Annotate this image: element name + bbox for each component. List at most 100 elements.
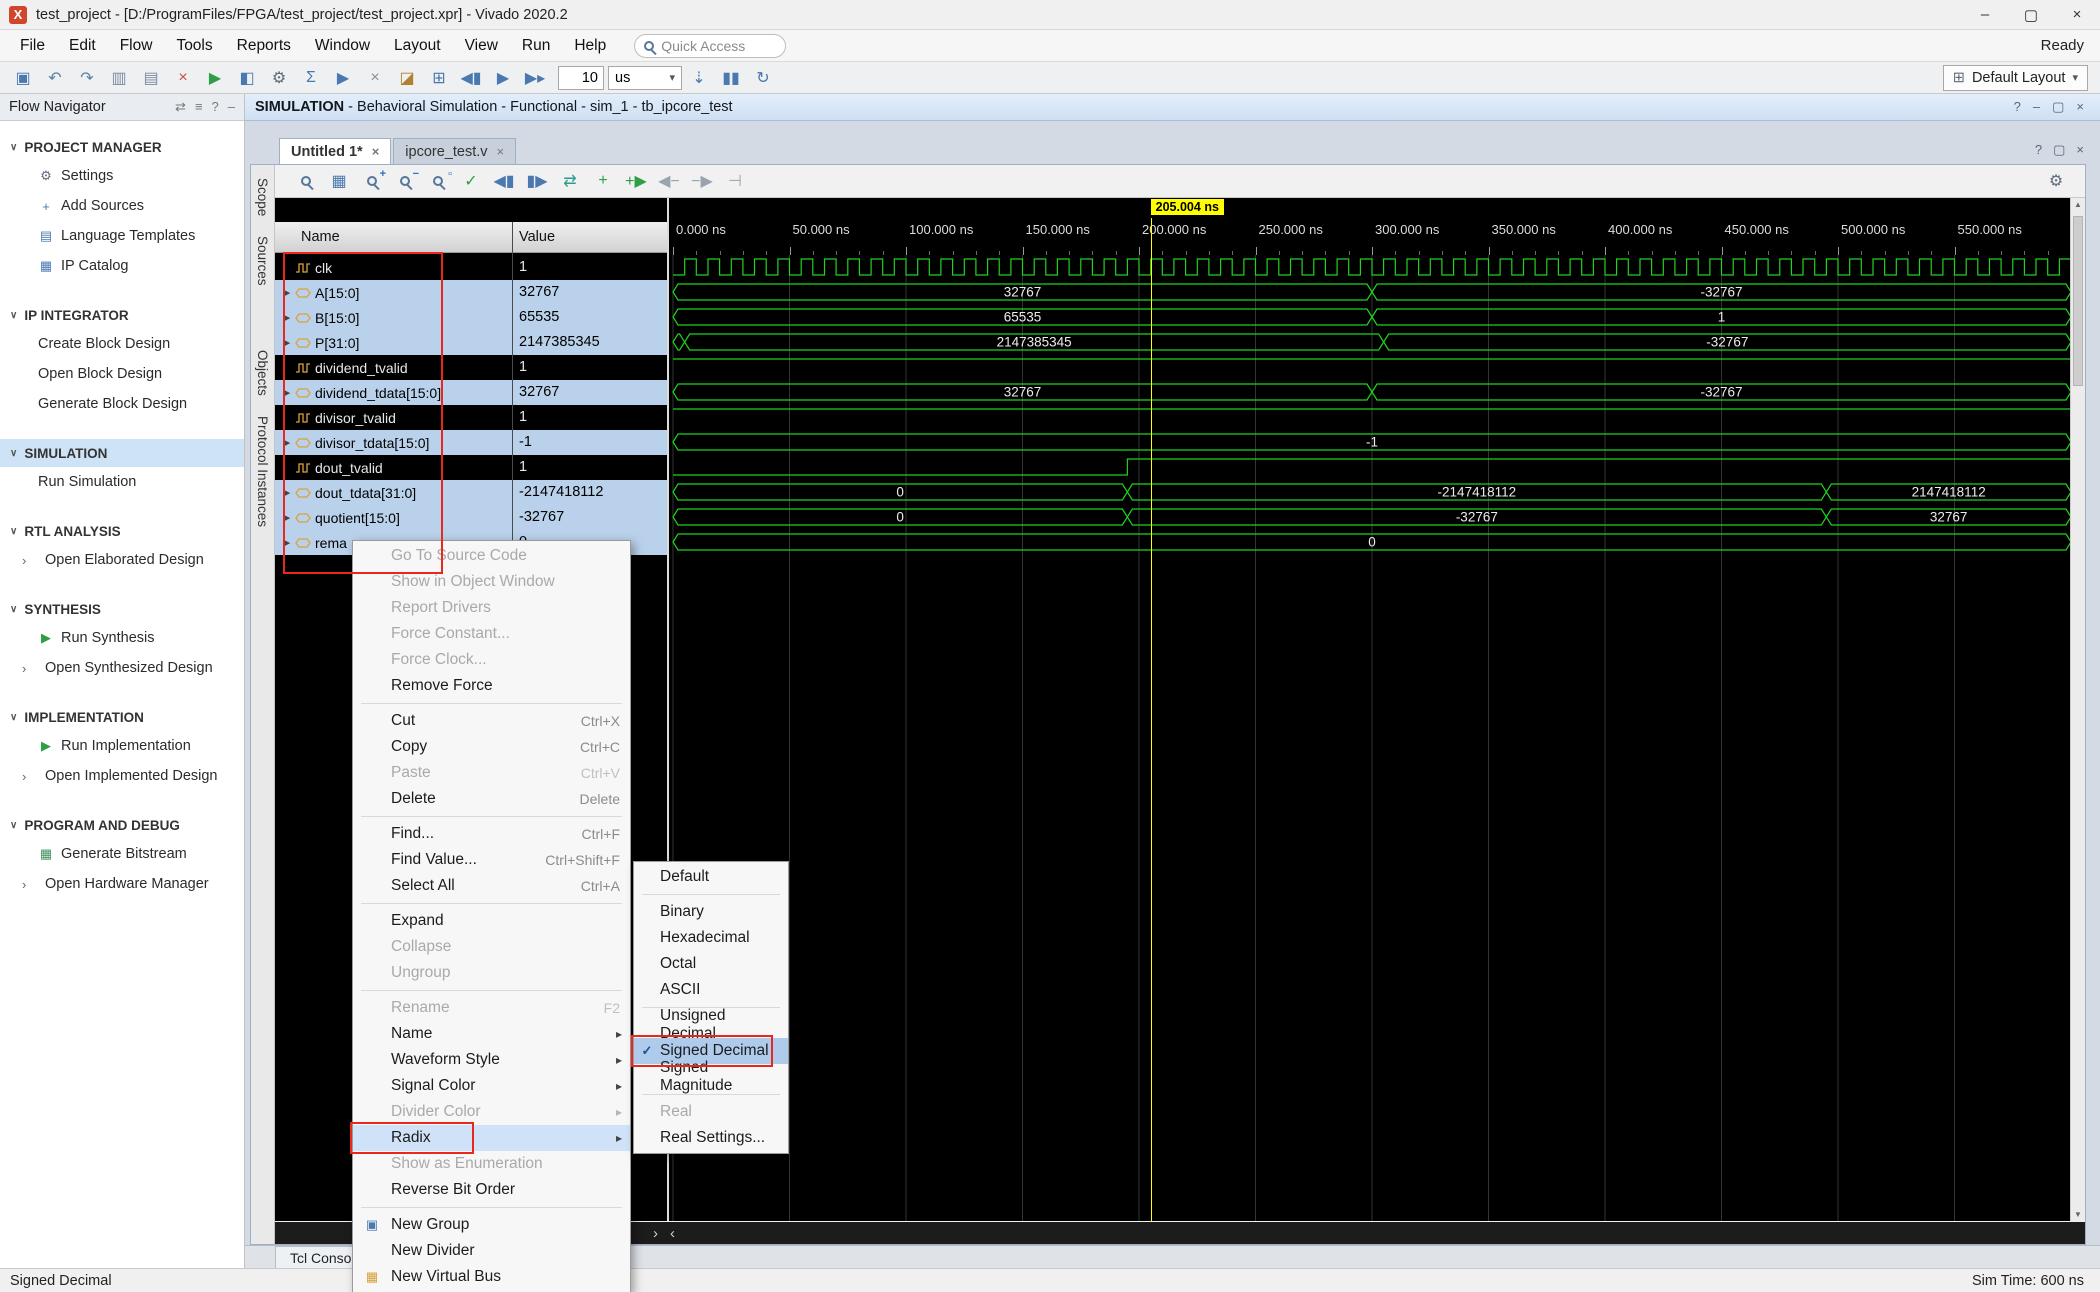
nav-item-open-implemented-design[interactable]: ›Open Implemented Design — [0, 761, 244, 791]
signal-value[interactable]: 65535 — [513, 305, 667, 330]
nav-item-open-synthesized-design[interactable]: ›Open Synthesized Design — [0, 653, 244, 683]
help-icon[interactable]: ? — [2035, 142, 2042, 158]
redo-icon[interactable]: ↷ — [72, 65, 102, 91]
radix-option-binary[interactable]: Binary — [634, 899, 788, 925]
signal-value[interactable]: -32767 — [513, 505, 667, 530]
menu-item-remove-force[interactable]: Remove Force — [353, 673, 630, 699]
menu-help[interactable]: Help — [562, 37, 618, 54]
menu-item-reverse-bit-order[interactable]: Reverse Bit Order — [353, 1177, 630, 1203]
radix-option-hexadecimal[interactable]: Hexadecimal — [634, 925, 788, 951]
menu-flow[interactable]: Flow — [108, 37, 165, 54]
nav-item-generate-bitstream[interactable]: ▦Generate Bitstream — [0, 839, 244, 869]
open-settings-icon[interactable]: ⊣ — [720, 168, 750, 194]
scrollbar-thumb[interactable] — [2073, 216, 2083, 386]
run-for-icon[interactable]: ▶▸ — [520, 65, 550, 91]
nav-section-project-manager[interactable]: ∨PROJECT MANAGER — [0, 133, 244, 161]
nav-item-add-sources[interactable]: +Add Sources — [0, 191, 244, 221]
scroll-up-icon[interactable]: ▲ — [2071, 200, 2085, 209]
relaunch-icon[interactable]: ↻ — [748, 65, 778, 91]
close-icon[interactable]: × — [2054, 0, 2100, 29]
menu-window[interactable]: Window — [303, 37, 382, 54]
menu-item-find[interactable]: Find...Ctrl+F — [353, 821, 630, 847]
close-simulation-icon[interactable]: × — [360, 65, 390, 91]
edit-icon[interactable]: ◪ — [392, 65, 422, 91]
tab-untitled-1[interactable]: Untitled 1*× — [279, 138, 391, 164]
menu-file[interactable]: File — [8, 37, 57, 54]
help-icon[interactable]: ? — [2014, 99, 2021, 115]
float-icon[interactable]: ▢ — [2052, 99, 2064, 115]
zoom-to-cursor-icon[interactable]: ✓ — [456, 168, 486, 194]
paste-icon[interactable]: ▤ — [136, 65, 166, 91]
nav-section-ip-integrator[interactable]: ∨IP INTEGRATOR — [0, 301, 244, 329]
nav-section-implementation[interactable]: ∨IMPLEMENTATION — [0, 703, 244, 731]
nav-item-generate-block-design[interactable]: Generate Block Design — [0, 389, 244, 419]
zoom-in-icon[interactable]: + — [357, 168, 387, 194]
nav-item-run-simulation[interactable]: Run Simulation — [0, 467, 244, 497]
menu-reports[interactable]: Reports — [225, 37, 303, 54]
radix-option-real-settings[interactable]: Real Settings... — [634, 1125, 788, 1151]
menu-item-new-divider[interactable]: New Divider — [353, 1238, 630, 1264]
swap-cursors-icon[interactable]: ⇄ — [555, 168, 585, 194]
menu-tools[interactable]: Tools — [164, 37, 224, 54]
time-unit-select[interactable]: us ▾ — [608, 66, 682, 90]
breakpoint-icon[interactable]: ⊞ — [424, 65, 454, 91]
chevron-right-icon[interactable]: › — [22, 553, 38, 568]
quick-access-search[interactable]: Quick Access — [634, 34, 786, 58]
signal-value[interactable]: 1 — [513, 255, 667, 280]
zoom-out-icon[interactable]: − — [390, 168, 420, 194]
name-column-header[interactable]: Name — [301, 222, 340, 253]
menu-item-name[interactable]: Name▸ — [353, 1021, 630, 1047]
side-tab-objects[interactable]: Objects — [255, 343, 270, 403]
menu-item-copy[interactable]: CopyCtrl+C — [353, 734, 630, 760]
signal-value[interactable]: 2147385345 — [513, 330, 667, 355]
nav-item-open-block-design[interactable]: Open Block Design — [0, 359, 244, 389]
signal-value[interactable]: 1 — [513, 405, 667, 430]
next-marker-icon[interactable]: −▶ — [687, 168, 717, 194]
signal-value[interactable]: 1 — [513, 355, 667, 380]
maximize-icon[interactable]: ▢ — [2008, 0, 2054, 29]
close-icon[interactable]: × — [497, 144, 505, 159]
nav-item-open-hardware-manager[interactable]: ›Open Hardware Manager — [0, 869, 244, 899]
chevron-right-icon[interactable]: › — [22, 877, 38, 892]
menu-item-signal-color[interactable]: Signal Color▸ — [353, 1073, 630, 1099]
menu-item-new-virtual-bus[interactable]: ▦New Virtual Bus — [353, 1264, 630, 1290]
toggle-dock-icon[interactable]: ⇄ — [175, 99, 186, 115]
menu-icon[interactable]: ≡ — [195, 99, 203, 115]
undo-icon[interactable]: ↶ — [40, 65, 70, 91]
nav-item-settings[interactable]: ⚙Settings — [0, 161, 244, 191]
copy-icon[interactable]: ▥ — [104, 65, 134, 91]
minimize-icon[interactable]: – — [1962, 0, 2008, 29]
signal-value[interactable]: -1 — [513, 430, 667, 455]
minimize-icon[interactable]: – — [2033, 99, 2040, 115]
wave-canvas[interactable]: 0.000 ns50.000 ns100.000 ns150.000 ns200… — [669, 198, 2072, 1221]
nav-item-language-templates[interactable]: ▤Language Templates — [0, 221, 244, 251]
menu-item-delete[interactable]: DeleteDelete — [353, 786, 630, 812]
run-time-input[interactable] — [558, 66, 604, 90]
pause-icon[interactable]: ▮▮ — [716, 65, 746, 91]
close-icon[interactable]: × — [2076, 142, 2084, 158]
signal-value[interactable]: 32767 — [513, 280, 667, 305]
chevron-right-icon[interactable]: › — [22, 661, 38, 676]
menu-item-new-group[interactable]: ▣New Group — [353, 1212, 630, 1238]
side-tab-sources[interactable]: Sources — [255, 229, 270, 293]
close-icon[interactable]: × — [2076, 99, 2084, 115]
restart-icon[interactable]: ◀▮ — [456, 65, 486, 91]
zoom-fit-icon[interactable]: ▫ — [423, 168, 453, 194]
nav-section-program-and-debug[interactable]: ∨PROGRAM AND DEBUG — [0, 811, 244, 839]
find-icon[interactable] — [291, 168, 321, 194]
radix-option-octal[interactable]: Octal — [634, 951, 788, 977]
vertical-scrollbar[interactable]: ▲▼ — [2070, 198, 2085, 1221]
menu-layout[interactable]: Layout — [382, 37, 453, 54]
close-icon[interactable]: × — [372, 144, 380, 159]
radix-option-default[interactable]: Default — [634, 864, 788, 890]
nav-item-run-implementation[interactable]: ▶Run Implementation — [0, 731, 244, 761]
report-icon[interactable]: Σ — [296, 65, 326, 91]
chevron-right-icon[interactable]: › — [22, 769, 38, 784]
add-cursor-icon[interactable]: + — [588, 168, 618, 194]
delete-icon[interactable]: × — [168, 65, 198, 91]
next-transition-icon[interactable]: ▮▶ — [522, 168, 552, 194]
step-icon[interactable]: ⇣ — [684, 65, 714, 91]
signal-value[interactable]: 32767 — [513, 380, 667, 405]
scroll-left-icon[interactable]: ‹ — [664, 1225, 681, 1242]
menu-item-waveform-style[interactable]: Waveform Style▸ — [353, 1047, 630, 1073]
